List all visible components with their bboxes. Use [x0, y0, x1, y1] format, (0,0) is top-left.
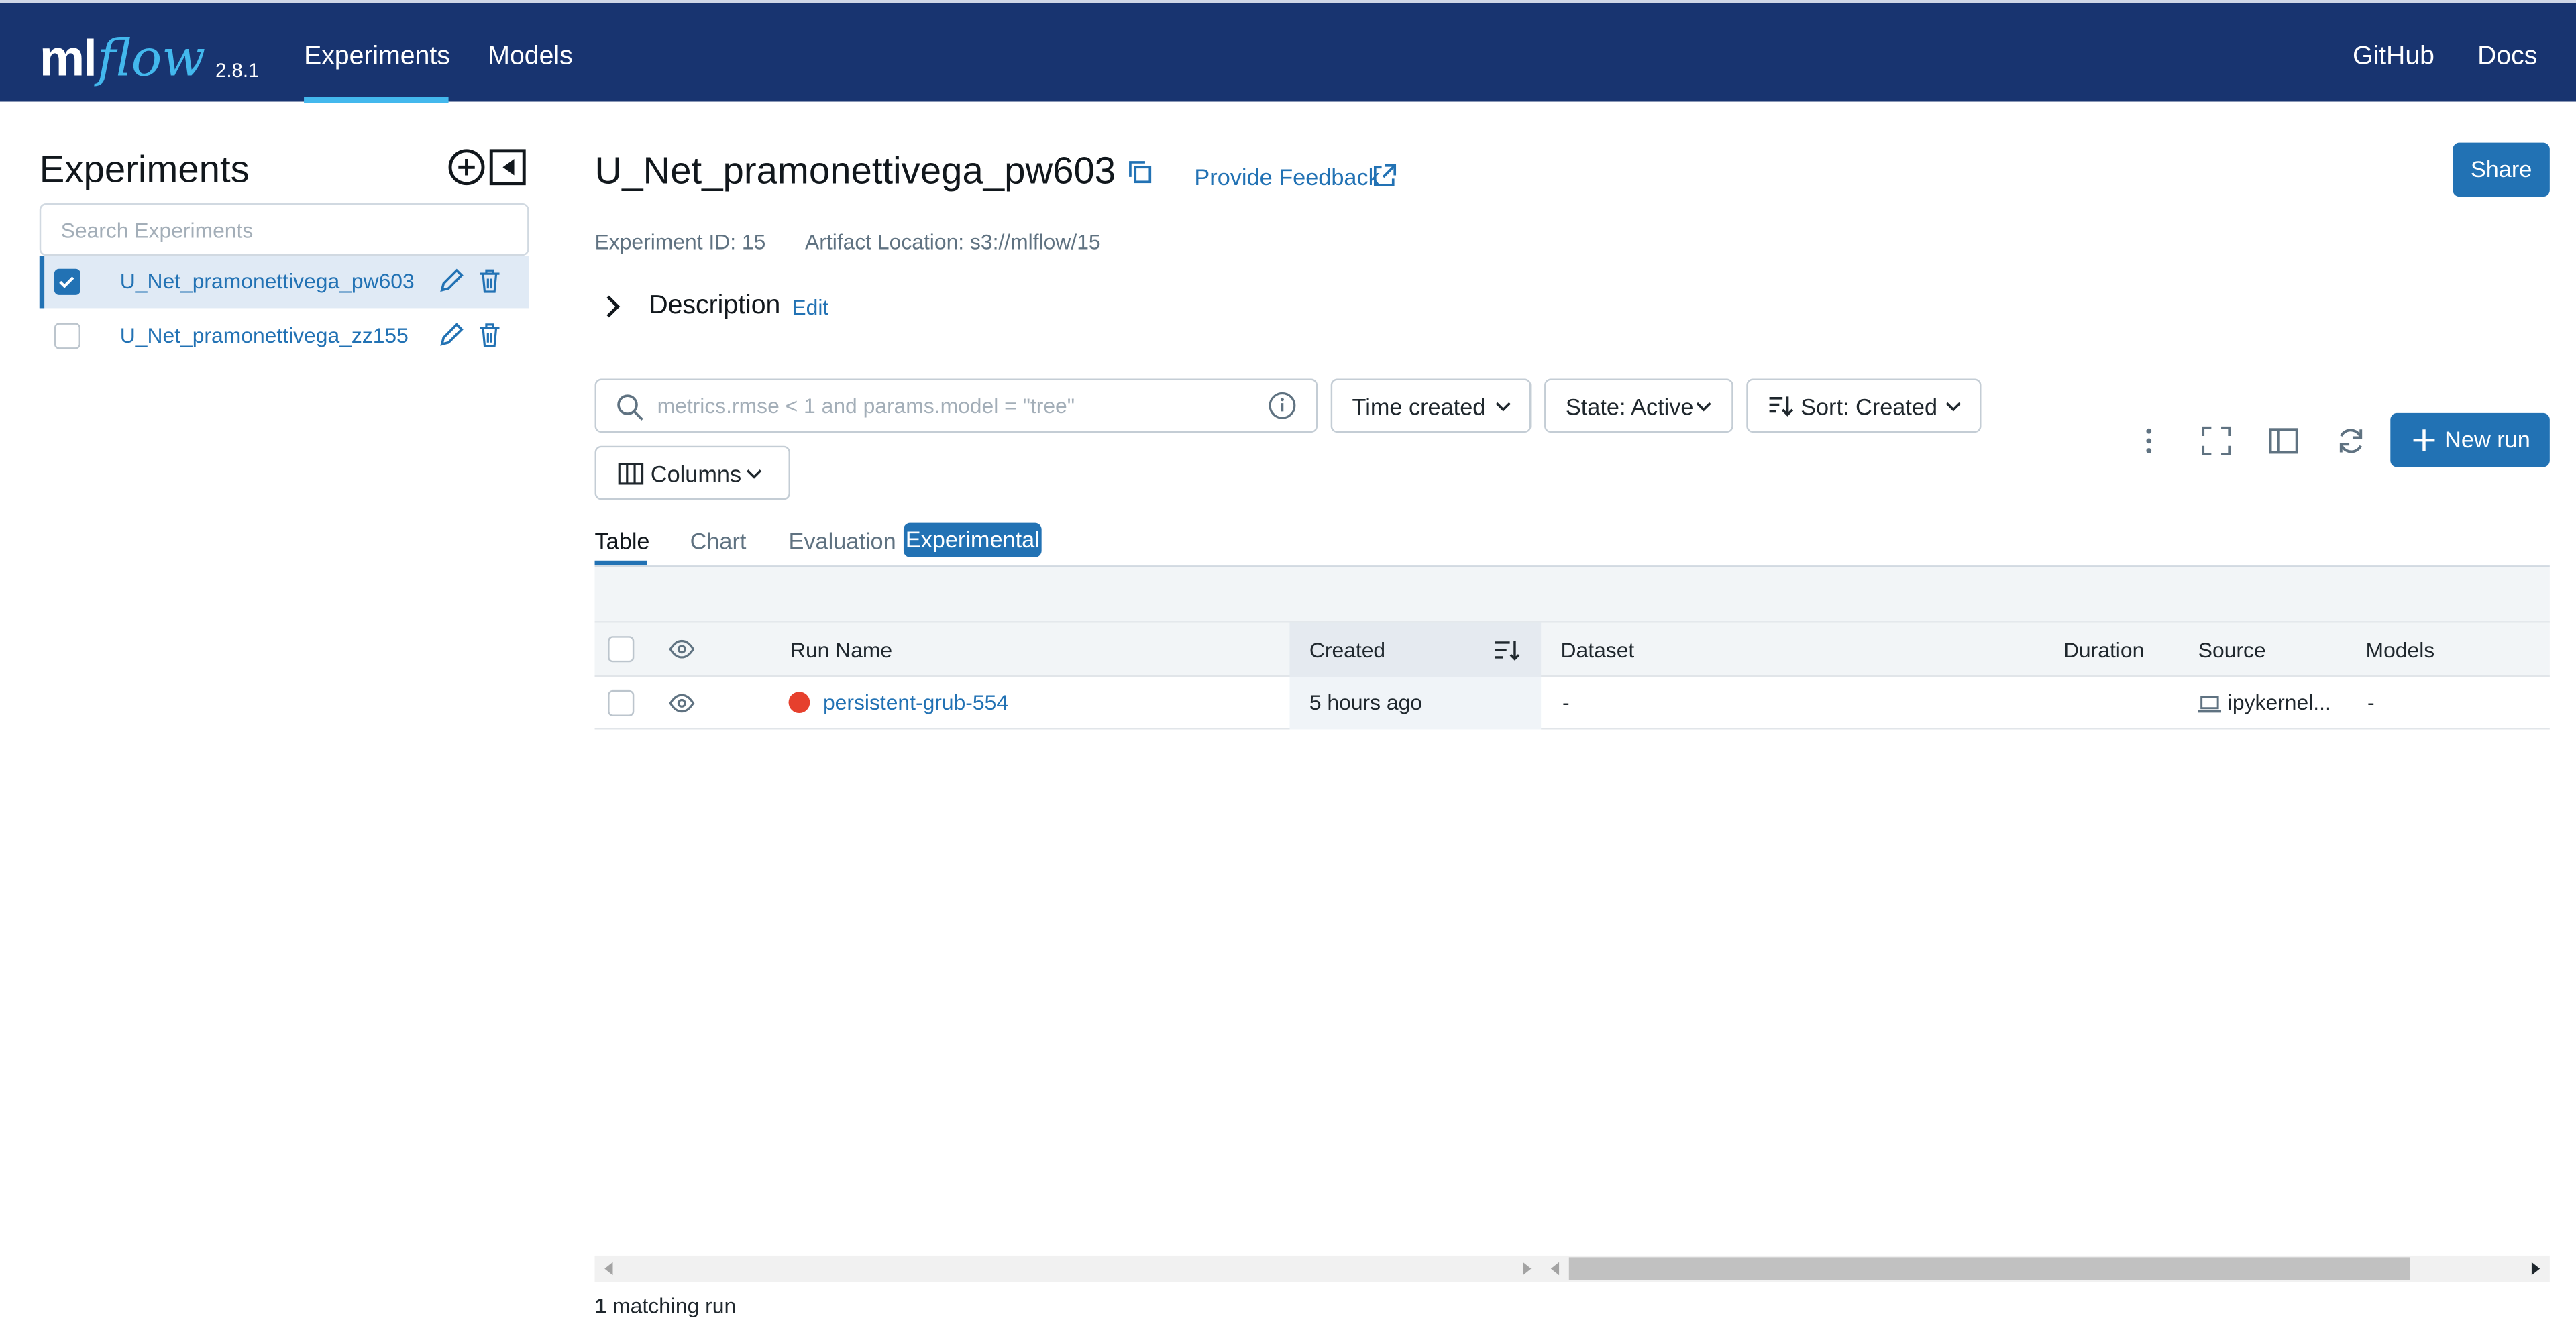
time-created-dropdown[interactable]: Time created [1330, 378, 1532, 433]
nav-github[interactable]: GitHub [2353, 43, 2434, 72]
table-row[interactable]: persistent-grub-554 5 hours ago - ipyker… [594, 677, 2550, 730]
runs-search-field[interactable] [594, 378, 1318, 433]
header-source[interactable]: Source [2198, 638, 2266, 663]
eye-icon[interactable] [669, 639, 695, 659]
toggle-panel-icon[interactable] [2267, 425, 2300, 457]
run-name-link[interactable]: persistent-grub-554 [823, 690, 1008, 715]
horizontal-scrollbar[interactable] [594, 1255, 2550, 1282]
run-dataset: - [1562, 689, 1570, 715]
scroll-right-arrow-icon[interactable] [1521, 1262, 1532, 1276]
chevron-right-icon[interactable] [604, 295, 621, 318]
sort-dropdown[interactable]: Sort: Created [1746, 378, 1982, 433]
row-checkbox[interactable] [608, 689, 635, 716]
description-label[interactable]: Description [649, 292, 780, 321]
info-icon[interactable] [1269, 392, 1297, 420]
tab-table[interactable]: Table [595, 528, 650, 554]
eye-icon[interactable] [669, 694, 695, 713]
header-run-name[interactable]: Run Name [790, 638, 892, 663]
runs-search-input[interactable] [657, 380, 1249, 431]
experimental-badge: Experimental [903, 522, 1042, 557]
trash-icon[interactable] [478, 323, 501, 347]
state-label: State: Active [1565, 393, 1694, 420]
artifact-location: Artifact Location: s3://mlflow/15 [805, 229, 1101, 254]
share-button[interactable]: Share [2453, 142, 2550, 197]
new-run-label: New run [2445, 426, 2530, 453]
chevron-down-icon [746, 469, 762, 479]
edit-pencil-icon[interactable] [439, 267, 465, 293]
column-group-header [594, 567, 2550, 623]
chevron-down-icon [1945, 402, 1961, 412]
table-header-row: Run Name Created Dataset Duration Source… [594, 622, 2550, 677]
experiment-name[interactable]: U_Net_pramonettivega_pw603 [120, 269, 415, 294]
description-edit-link[interactable]: Edit [792, 295, 828, 320]
sidebar-title: Experiments [39, 147, 250, 190]
sort-desc-icon[interactable] [1493, 638, 1521, 663]
header-dataset[interactable]: Dataset [1561, 638, 1635, 663]
new-run-button[interactable]: New run [2390, 412, 2550, 467]
run-source[interactable]: ipykernel... [2228, 690, 2331, 715]
edit-pencil-icon[interactable] [439, 321, 465, 347]
version-label: 2.8.1 [215, 58, 260, 82]
nav-active-indicator [304, 97, 449, 103]
sort-icon [1769, 396, 1794, 417]
columns-button[interactable]: Columns [594, 445, 790, 500]
nav-experiments[interactable]: Experiments [304, 43, 450, 72]
nav-models[interactable]: Models [488, 43, 572, 72]
chevron-down-icon [1696, 402, 1711, 412]
header-models[interactable]: Models [2366, 638, 2435, 663]
kebab-menu-icon[interactable] [2133, 425, 2165, 457]
run-created: 5 hours ago [1309, 689, 1423, 715]
search-experiments-field[interactable] [39, 203, 529, 256]
chevron-down-icon [1495, 402, 1511, 412]
state-dropdown[interactable]: State: Active [1544, 378, 1733, 433]
columns-icon [618, 463, 644, 485]
nav-docs[interactable]: Docs [2477, 43, 2537, 72]
check-icon [59, 276, 74, 288]
matching-runs-count: 1 matching run [595, 1293, 737, 1318]
plus-icon [2413, 429, 2435, 451]
select-all-checkbox[interactable] [608, 636, 635, 663]
match-count-number: 1 [594, 1293, 607, 1318]
scroll-left-arrow-icon[interactable] [604, 1262, 614, 1276]
time-created-label: Time created [1352, 393, 1486, 420]
provide-feedback-link[interactable]: Provide Feedback [1194, 164, 1379, 190]
experiment-checkbox[interactable] [54, 268, 81, 295]
external-link-icon[interactable] [1372, 164, 1397, 188]
experiment-name[interactable]: U_Net_pramonettivega_zz155 [120, 323, 409, 347]
match-count-label: matching run [612, 1293, 737, 1318]
mlflow-logo[interactable]: ml flow 2.8.1 [40, 23, 260, 89]
scroll-right-arrow-icon[interactable] [2530, 1262, 2540, 1276]
laptop-icon [2198, 696, 2222, 713]
refresh-icon[interactable] [2334, 425, 2367, 457]
experiment-item[interactable]: U_Net_pramonettivega_pw603 [39, 256, 529, 309]
fullscreen-icon[interactable] [2200, 425, 2233, 457]
experiment-item[interactable]: U_Net_pramonettivega_zz155 [40, 310, 529, 362]
app-window: ml flow 2.8.1 Experiments Models GitHub … [0, 0, 2576, 1326]
search-experiments-input[interactable] [41, 205, 528, 254]
logo-ml-text: ml [39, 29, 97, 87]
search-icon [617, 394, 643, 421]
experiment-checkbox[interactable] [54, 323, 81, 349]
collapse-sidebar-icon[interactable] [488, 148, 527, 187]
top-navbar: ml flow 2.8.1 Experiments Models GitHub … [0, 0, 2576, 103]
columns-label: Columns [650, 460, 742, 487]
header-created[interactable]: Created [1309, 638, 1385, 663]
tab-chart[interactable]: Chart [690, 528, 747, 554]
run-models: - [2367, 689, 2375, 715]
add-experiment-icon[interactable] [447, 148, 486, 187]
logo-flow-text: flow [97, 29, 206, 89]
run-status-dot [788, 692, 810, 714]
experiment-title: U_Net_pramonettivega_pw603 [594, 149, 1116, 192]
tab-evaluation[interactable]: Evaluation [789, 528, 896, 554]
scroll-left-arrow-icon[interactable] [1550, 1262, 1561, 1276]
experiment-id: Experiment ID: 15 [594, 229, 766, 254]
active-tab-indicator [594, 560, 647, 566]
copy-icon[interactable] [1127, 159, 1153, 185]
trash-icon[interactable] [478, 269, 501, 294]
header-duration[interactable]: Duration [2063, 638, 2144, 663]
scrollbar-thumb[interactable] [1568, 1257, 2410, 1280]
sort-label: Sort: Created [1801, 393, 1938, 420]
